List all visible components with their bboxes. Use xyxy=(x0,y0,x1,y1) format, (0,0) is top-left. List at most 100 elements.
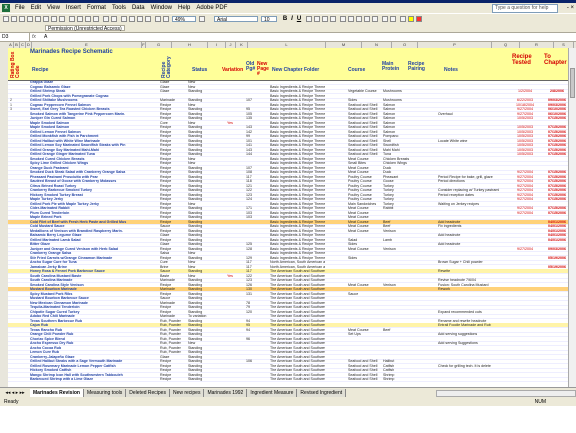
borders-icon[interactable] xyxy=(400,16,406,22)
cell-cat[interactable]: Recipe xyxy=(160,116,182,120)
cell-cat[interactable]: Glaze xyxy=(160,242,182,246)
cell-p[interactable]: 141 xyxy=(246,143,258,147)
cell-r[interactable]: Smoked Salmon with Tangerine Pink Pepper… xyxy=(30,112,134,116)
cell-st[interactable]: Standing xyxy=(188,305,224,309)
cell-f[interactable]: Basic Ingredients & Recipe Themes xyxy=(270,121,325,125)
formula-input[interactable]: A xyxy=(44,33,47,41)
cell-f[interactable]: Basic Ingredients & Recipe Themes xyxy=(270,134,325,138)
cell-f[interactable]: Basic Ingredients & Recipe Themes xyxy=(270,89,325,93)
cell-pr[interactable]: Tuna xyxy=(383,152,413,156)
cell-c[interactable]: Seafood and Shell xyxy=(348,377,380,381)
cell-f[interactable]: Basic Ingredients & Recipe Themes xyxy=(270,179,325,183)
cell-f[interactable]: The American South and Southwest xyxy=(270,287,325,291)
cell-cat[interactable]: Rub, Powder xyxy=(160,323,182,327)
cell-st[interactable]: New xyxy=(188,251,224,255)
cell-c[interactable]: Vegetable Course xyxy=(348,89,380,93)
menu-format[interactable]: Format xyxy=(84,5,109,11)
tab-marinades-revision[interactable]: Marinades Revision xyxy=(30,389,84,397)
cell-cat[interactable]: Recipe xyxy=(160,170,182,174)
cell-pr[interactable]: Pheasant xyxy=(383,175,413,179)
cell-c[interactable]: Seafood and Shell xyxy=(348,373,380,377)
cell-cat[interactable]: Recipe xyxy=(160,125,182,129)
fx-icon[interactable]: fx xyxy=(32,33,40,41)
cell-st[interactable]: Standing xyxy=(188,310,224,314)
cell-p[interactable]: 143 xyxy=(246,148,258,152)
cell-t1[interactable]: 9/27/2004 xyxy=(514,107,536,111)
cell-pr[interactable]: Turkey xyxy=(383,202,413,206)
cell-r[interactable]: Chorizo Spice Blend xyxy=(30,337,134,341)
cell-cat[interactable]: Recipe xyxy=(160,215,182,219)
cell-f[interactable]: The American South and Southwest xyxy=(270,359,325,363)
cell-r[interactable]: Grilled Orange Soy Marinated Mahi-Mahi xyxy=(30,148,134,152)
cell-f[interactable]: Basic Ingredients & Recipe Themes xyxy=(270,224,325,228)
research-icon[interactable] xyxy=(59,16,65,22)
cell-r[interactable]: Tequila-Marinated Tenderloin xyxy=(30,305,134,309)
cell-r[interactable]: Grilled Pork Pie with Maple Turkey Jerky xyxy=(30,202,134,206)
cell-cat[interactable]: Sauce xyxy=(160,224,182,228)
cell-f[interactable]: Basic Ingredients & Recipe Themes xyxy=(270,206,325,210)
cell-st[interactable]: New xyxy=(188,161,224,165)
cell-c[interactable]: Meat Course xyxy=(348,247,380,251)
increase-decimal-icon[interactable] xyxy=(364,16,370,22)
cell-c[interactable]: Seafood and Shell xyxy=(348,103,380,107)
tab-measuring-tools[interactable]: Measuring tools xyxy=(83,389,127,397)
cell-cat[interactable]: Recipe xyxy=(160,368,182,372)
cell-c[interactable]: Poultry Course xyxy=(348,175,380,179)
cell-t1[interactable]: 10/18/2004 xyxy=(514,103,536,107)
cell-r[interactable]: Grilled Shrimp Steak xyxy=(30,89,134,93)
cell-cat[interactable]: Recipe xyxy=(160,373,182,377)
cell-st[interactable]: Standing xyxy=(188,373,224,377)
cell-st[interactable]: Standing xyxy=(188,247,224,251)
fill-color-icon[interactable] xyxy=(408,16,414,22)
cell-p[interactable]: 143 xyxy=(246,125,258,129)
cell-pr[interactable]: Swordfish xyxy=(383,143,413,147)
cell-n[interactable]: Period directions xyxy=(438,179,508,183)
cell-f[interactable]: Basic Ingredients & Recipe Themes xyxy=(270,139,325,143)
cell-p[interactable]: 103 xyxy=(246,215,258,219)
vertical-scrollbar[interactable] xyxy=(568,48,576,387)
cell-c[interactable]: Meat Course xyxy=(348,224,380,228)
cell-c[interactable]: Seafood and Shell xyxy=(348,130,380,134)
cell-f[interactable]: Basic Ingredients & Recipe Themes xyxy=(270,103,325,107)
cell-r[interactable]: South Carolina Marinade xyxy=(30,278,134,282)
cell-c[interactable]: Sides xyxy=(348,256,380,260)
cell-r[interactable]: Ancho Sugar Cure for Tuna xyxy=(30,260,134,264)
cell-t1[interactable]: 9/27/2004 xyxy=(514,179,536,183)
cell-cat[interactable]: Recipe xyxy=(160,184,182,188)
cell-c[interactable]: Set Ups xyxy=(348,332,380,336)
cell-p[interactable]: 142 xyxy=(246,130,258,134)
cell-f[interactable]: The American South and Southwest xyxy=(270,373,325,377)
cell-cat[interactable]: Recipe xyxy=(160,112,182,116)
cell-c[interactable]: Meat Course xyxy=(348,229,380,233)
cell-st[interactable]: New xyxy=(188,202,224,206)
cell-pr[interactable]: Salmon xyxy=(383,121,413,125)
cell-st[interactable]: Standing xyxy=(188,112,224,116)
table-row[interactable]: Barbecued Shrimp with a Lime Glaze Recipe… xyxy=(8,377,576,382)
italic-button[interactable]: I xyxy=(289,16,295,22)
cell-st[interactable]: Standing xyxy=(188,206,224,210)
cell-f[interactable]: The American South and Southwest xyxy=(270,328,325,332)
tab-ingredient-measure[interactable]: Ingredient Measure xyxy=(247,389,298,397)
cell-p[interactable]: 108 xyxy=(246,170,258,174)
cell-n[interactable]: Add headnote xyxy=(438,242,508,246)
cell-cat[interactable]: Rub, Powder xyxy=(160,350,182,354)
cell-f[interactable]: The American South and Southwest xyxy=(270,341,325,345)
cell-p[interactable]: 122 xyxy=(246,188,258,192)
print-preview-icon[interactable] xyxy=(43,16,49,22)
cell-c[interactable]: Meat Course xyxy=(348,211,380,215)
cell-c[interactable]: Main Sandwiches xyxy=(348,202,380,206)
cell-cat[interactable]: Glaze xyxy=(160,355,182,359)
cell-st[interactable]: Standing xyxy=(188,256,224,260)
cell-p[interactable]: 101 xyxy=(246,139,258,143)
cell-cat[interactable]: Recipe xyxy=(160,193,182,197)
cell-pr[interactable]: Turkey xyxy=(383,188,413,192)
cell-c[interactable]: Seafood and Shell xyxy=(348,364,380,368)
cell-c[interactable]: Sides xyxy=(348,242,380,246)
cell-c[interactable]: Seafood and Shell xyxy=(348,359,380,363)
cell-st[interactable]: Standing xyxy=(188,175,224,179)
cell-f[interactable]: Basic Ingredients & Recipe Themes xyxy=(270,242,325,246)
cell-r[interactable]: Adobo Red Chili Marinade xyxy=(30,314,134,318)
cell-f[interactable]: Basic Ingredients & Recipe Themes xyxy=(270,143,325,147)
decrease-decimal-icon[interactable] xyxy=(372,16,378,22)
cell-a[interactable]: 3 xyxy=(10,107,26,111)
